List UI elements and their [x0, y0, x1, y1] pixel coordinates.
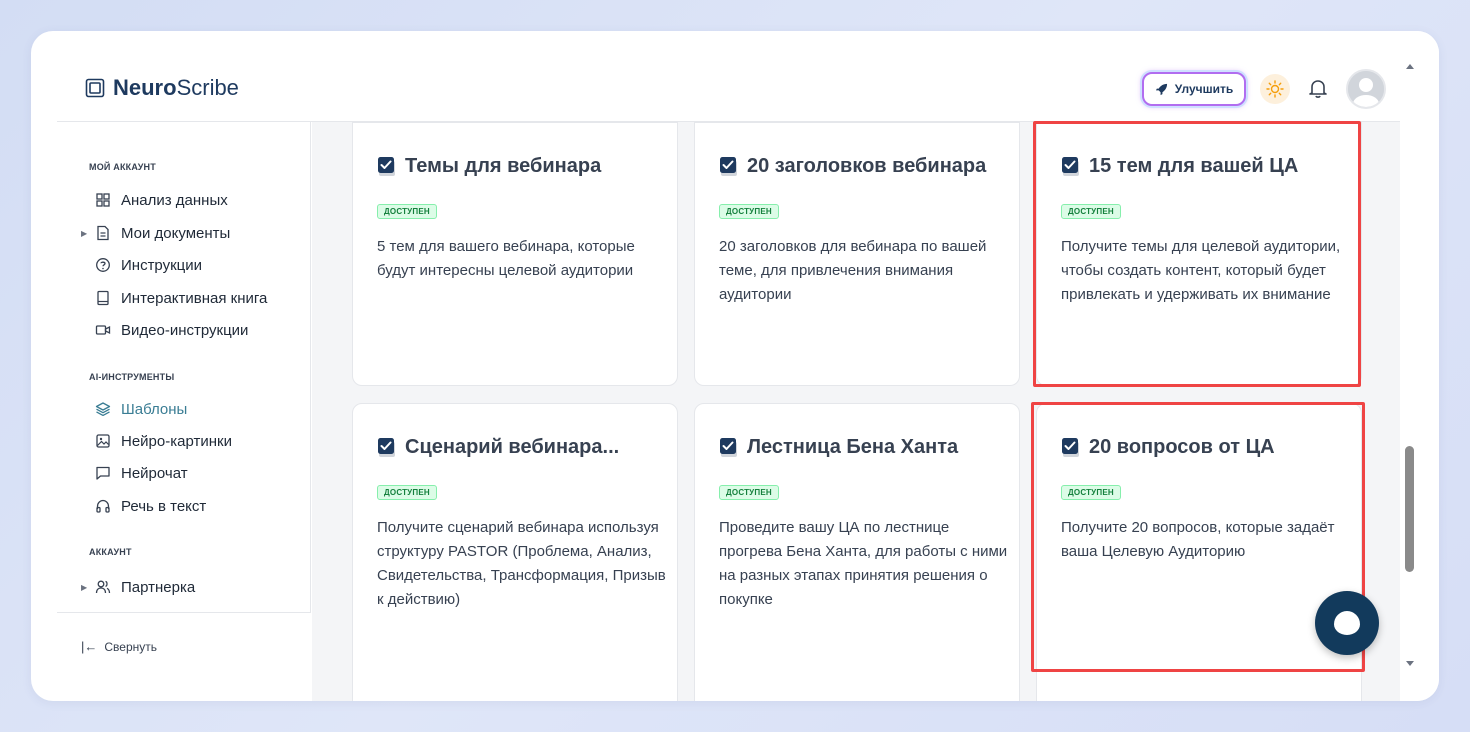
chat-widget-button[interactable]: [1315, 591, 1379, 655]
sidebar-item-instructions[interactable]: Инструкции: [85, 255, 202, 275]
section-title-my-account: МОЙ АККАУНТ: [89, 162, 156, 172]
upgrade-button[interactable]: Улучшить: [1142, 72, 1246, 106]
card-title: Сценарий вебинара...: [377, 436, 619, 459]
theme-toggle-button[interactable]: [1260, 74, 1290, 104]
users-icon: [95, 580, 111, 594]
card-title: 15 тем для вашей ЦА: [1061, 155, 1298, 178]
template-card[interactable]: 20 заголовков вебинара ДОСТУПЕН 20 загол…: [694, 122, 1020, 386]
card-title-text: Лестница Бена Ханта: [747, 436, 959, 458]
sidebar-item-interactive-book[interactable]: Интерактивная книга: [85, 288, 267, 308]
card-description: 5 тем для вашего вебинара, которые будут…: [377, 238, 635, 279]
grid-icon: [96, 193, 110, 207]
help-circle-icon: [96, 258, 110, 272]
logo[interactable]: Neuro Scribe: [85, 75, 239, 101]
card-title: 20 заголовков вебинара: [719, 155, 986, 178]
card-title: Лестница Бена Ханта: [719, 436, 958, 459]
collapse-sidebar-button[interactable]: |← Свернуть: [81, 639, 157, 654]
top-header: Neuro Scribe Улучшить: [57, 31, 1400, 122]
image-icon: [96, 434, 110, 448]
card-description: 20 заголовков для вебинара по вашей теме…: [719, 238, 987, 303]
templates-grid: Темы для вебинара ДОСТУПЕН 5 тем для ваш…: [312, 122, 1400, 701]
checkbox-icon: [720, 156, 737, 176]
sidebar-item-data-analysis[interactable]: Анализ данных: [85, 190, 228, 210]
sidebar-item-label: Речь в текст: [121, 497, 207, 515]
scroll-up-arrow-icon[interactable]: [1406, 64, 1414, 69]
sidebar-item-label: Видео-инструкции: [121, 321, 249, 339]
book-icon: [97, 290, 109, 306]
video-icon: [95, 325, 111, 335]
app-window: Neuro Scribe Улучшить МОЙ АККАУНТ Анализ…: [31, 31, 1439, 701]
chat-bubble-icon: [1334, 611, 1360, 635]
logo-bold-text: Neuro: [113, 75, 177, 100]
card-title-text: 20 заголовков вебинара: [747, 155, 987, 177]
rocket-icon: [1155, 83, 1167, 95]
sidebar-item-label: Мои документы: [121, 224, 231, 242]
bell-icon[interactable]: [1307, 77, 1329, 99]
template-card[interactable]: Сценарий вебинара... ДОСТУПЕН Получите с…: [352, 403, 678, 701]
logo-light-text: Scribe: [176, 75, 239, 100]
card-title-text: 20 вопросов от ЦА: [1089, 436, 1275, 458]
template-card[interactable]: Темы для вебинара ДОСТУПЕН 5 тем для ваш…: [352, 122, 678, 386]
card-title-text: 15 тем для вашей ЦА: [1089, 155, 1299, 177]
checkbox-icon: [720, 437, 737, 457]
sidebar-item-label: Шаблоны: [121, 400, 188, 418]
user-avatar-icon: [1348, 71, 1384, 107]
sidebar-item-label: Анализ данных: [121, 191, 228, 209]
collapse-arrow-icon: |←: [81, 639, 98, 654]
card-title: Темы для вебинара: [377, 155, 601, 178]
card-description: Проведите вашу ЦА по лестнице прогрева Б…: [719, 519, 1008, 608]
sidebar: МОЙ АККАУНТ Анализ данных ▶ Мои документ…: [57, 122, 311, 701]
scrollbar[interactable]: [1400, 31, 1439, 701]
card-description: Получите темы для целевой аудитории, что…: [1061, 238, 1341, 303]
sidebar-item-partners[interactable]: ▶ Партнерка: [81, 577, 196, 597]
chat-icon: [96, 466, 110, 480]
sidebar-item-label: Интерактивная книга: [121, 289, 268, 307]
scroll-down-arrow-icon[interactable]: [1406, 661, 1414, 666]
card-title-text: Темы для вебинара: [405, 155, 602, 177]
status-badge: ДОСТУПЕН: [1061, 485, 1121, 500]
headphones-icon: [96, 499, 110, 513]
template-card[interactable]: 15 тем для вашей ЦА ДОСТУПЕН Получите те…: [1036, 122, 1362, 386]
layers-icon: [95, 402, 111, 417]
upgrade-label: Улучшить: [1174, 82, 1234, 96]
sidebar-item-templates[interactable]: Шаблоны: [85, 399, 187, 419]
sidebar-item-label: Инструкции: [121, 256, 203, 274]
sidebar-item-speech-to-text[interactable]: Речь в текст: [85, 496, 206, 516]
section-title-account: АККАУНТ: [89, 547, 132, 557]
caret-right-icon[interactable]: ▶: [81, 229, 87, 238]
checkbox-icon: [1062, 156, 1079, 176]
template-card[interactable]: Лестница Бена Ханта ДОСТУПЕН Проведите в…: [694, 403, 1020, 701]
template-card[interactable]: 20 вопросов от ЦА ДОСТУПЕН Получите 20 в…: [1036, 403, 1362, 701]
status-badge: ДОСТУПЕН: [377, 485, 437, 500]
document-icon: [97, 225, 109, 241]
card-title-text: Сценарий вебинара...: [405, 436, 620, 458]
sidebar-item-neuro-images[interactable]: Нейро-картинки: [85, 431, 232, 451]
caret-right-icon[interactable]: ▶: [81, 583, 87, 592]
sidebar-item-label: Нейро-картинки: [121, 432, 232, 450]
card-description: Получите 20 вопросов, которые задаёт ваш…: [1061, 519, 1335, 560]
card-title: 20 вопросов от ЦА: [1061, 436, 1275, 459]
status-badge: ДОСТУПЕН: [1061, 204, 1121, 219]
checkbox-icon: [378, 437, 395, 457]
sidebar-footer: |← Свернуть: [57, 612, 311, 701]
sidebar-item-my-documents[interactable]: ▶ Мои документы: [81, 223, 231, 243]
checkbox-icon: [1062, 437, 1079, 457]
avatar[interactable]: [1346, 69, 1386, 109]
status-badge: ДОСТУПЕН: [377, 204, 437, 219]
card-description: Получите сценарий вебинара используя стр…: [377, 519, 666, 608]
sidebar-item-label: Партнерка: [121, 578, 196, 596]
sidebar-item-video-instructions[interactable]: Видео-инструкции: [85, 320, 248, 340]
scrollbar-thumb[interactable]: [1405, 446, 1414, 572]
section-title-ai-tools: AI-ИНСТРУМЕНТЫ: [89, 372, 175, 382]
sidebar-item-label: Нейрочат: [121, 464, 188, 482]
status-badge: ДОСТУПЕН: [719, 485, 779, 500]
sidebar-item-neuro-chat[interactable]: Нейрочат: [85, 463, 188, 483]
checkbox-icon: [378, 156, 395, 176]
logo-icon: [85, 78, 105, 98]
sun-icon: [1266, 80, 1284, 98]
collapse-label: Свернуть: [104, 639, 158, 654]
status-badge: ДОСТУПЕН: [719, 204, 779, 219]
